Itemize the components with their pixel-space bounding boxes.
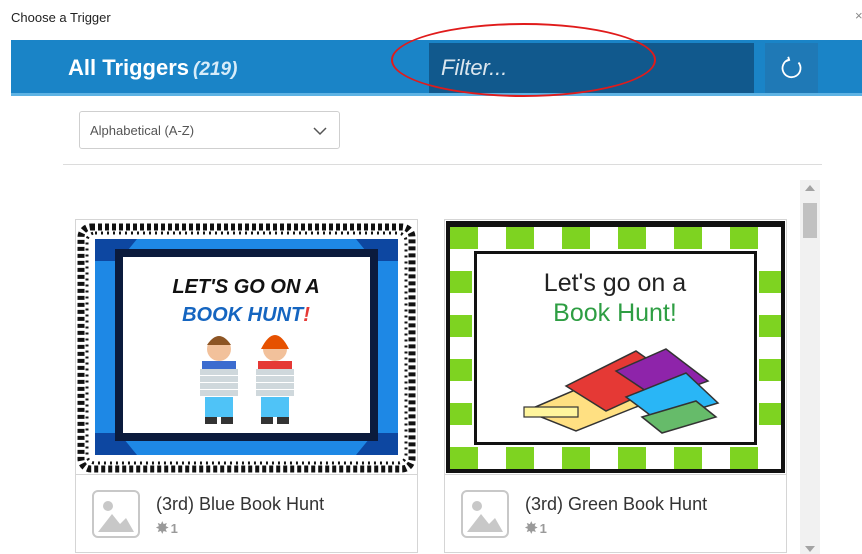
trigger-thumbnail[interactable]: Let's go on a Book Hunt!	[446, 221, 785, 473]
image-text-line2-suffix: !	[303, 304, 310, 326]
trigger-card[interactable]: LET'S GO ON A BOOK HUNT! (3rd) Blue Book…	[75, 219, 418, 553]
scrollbar[interactable]	[800, 180, 820, 554]
refresh-icon	[781, 56, 801, 79]
trigger-usage: ✸ 1	[156, 519, 178, 537]
image-text-line2-suffix: !	[670, 299, 677, 327]
divider	[63, 164, 822, 165]
page-title: All Triggers (219)	[68, 55, 237, 81]
trigger-usage-count: 1	[539, 521, 547, 536]
trigger-count: (219)	[193, 59, 238, 80]
image-placeholder-icon	[461, 490, 509, 538]
page-title-text: All Triggers	[68, 55, 190, 80]
sort-selected-label: Alphabetical (A-Z)	[90, 123, 195, 138]
svg-text:BOOK HUNT!: BOOK HUNT!	[182, 304, 310, 326]
dialog-title: Choose a Trigger	[11, 10, 111, 25]
sort-dropdown[interactable]: Alphabetical (A-Z)	[79, 111, 340, 149]
image-text-line1: Let's go on a	[544, 269, 686, 297]
image-placeholder-icon	[92, 490, 140, 538]
trigger-card-footer: (3rd) Green Book Hunt ✸ 1	[445, 474, 786, 554]
chevron-down-icon	[313, 127, 327, 136]
image-text-line1: LET'S GO ON A	[172, 276, 319, 298]
triggers-header: All Triggers (219)	[11, 40, 862, 96]
filter-input[interactable]	[429, 43, 754, 93]
blue-book-hunt-image: LET'S GO ON A BOOK HUNT!	[77, 221, 416, 473]
trigger-name[interactable]: (3rd) Green Book Hunt	[525, 494, 707, 515]
trigger-usage: ✸ 1	[525, 519, 547, 537]
green-book-hunt-image: Let's go on a Book Hunt!	[446, 221, 785, 473]
close-icon[interactable]: ×	[855, 8, 862, 23]
svg-text:Book Hunt!: Book Hunt!	[553, 299, 677, 327]
trigger-usage-count: 1	[170, 521, 178, 536]
image-text-line2: Book Hunt	[553, 299, 670, 327]
scrollbar-thumb[interactable]	[803, 203, 817, 238]
star-icon: ✸	[156, 520, 169, 537]
image-text-line2: BOOK HUNT	[182, 304, 305, 326]
dialog-titlebar: Choose a Trigger ×	[0, 0, 862, 38]
trigger-thumbnail[interactable]: LET'S GO ON A BOOK HUNT!	[77, 221, 416, 473]
trigger-card[interactable]: Let's go on a Book Hunt! (3rd) Green Boo…	[444, 219, 787, 553]
scroll-down-icon[interactable]	[805, 546, 815, 552]
refresh-button[interactable]	[765, 43, 818, 93]
trigger-card-footer: (3rd) Blue Book Hunt ✸ 1	[76, 474, 417, 554]
trigger-name[interactable]: (3rd) Blue Book Hunt	[156, 494, 324, 515]
scroll-up-icon[interactable]	[805, 185, 815, 191]
star-icon: ✸	[525, 520, 538, 537]
